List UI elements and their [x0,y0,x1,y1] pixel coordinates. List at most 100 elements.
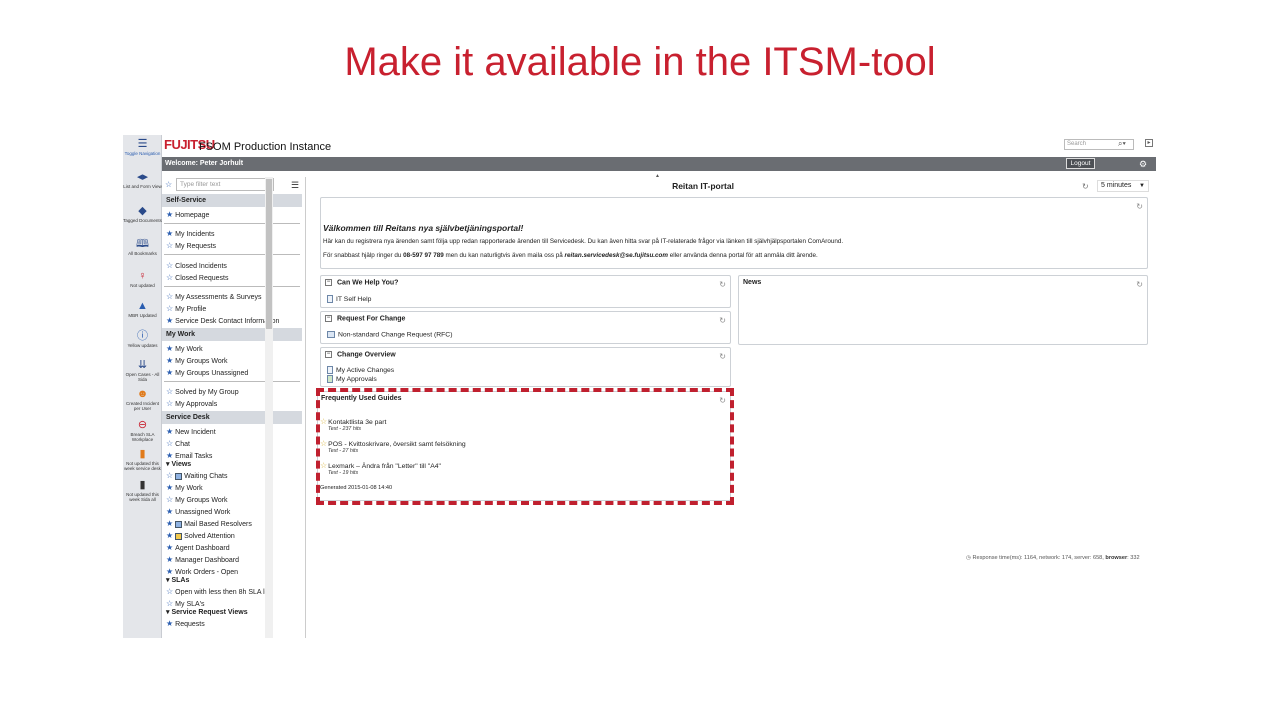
search-icon[interactable]: ⌕▾ [1118,139,1126,149]
nav-item-solved-by-group[interactable]: ☆ Solved by My Group [162,386,302,397]
star-outline-icon[interactable]: ☆ [166,439,173,448]
star-outline-icon[interactable]: ☆ [166,471,173,480]
not-updated-sd-button[interactable]: ▮ Not updated this week service desk [123,448,162,471]
my-active-changes-link[interactable]: My Active Changes [327,366,394,374]
star-icon[interactable]: ★ [166,316,173,325]
star-outline-icon[interactable]: ☆ [166,587,173,596]
nav-item-manager-dashboard[interactable]: ★ Manager Dashboard [162,554,302,565]
nav-item-closed-incidents[interactable]: ☆ Closed Incidents [162,260,302,271]
refresh-icon[interactable]: ↻ [1082,182,1089,191]
nav-item-views-my-work[interactable]: ★ My Work [162,482,302,493]
menu-icon[interactable]: ☰ [291,180,299,191]
star-outline-icon[interactable]: ☆ [166,304,173,313]
star-icon[interactable]: ★ [166,356,173,365]
star-icon[interactable]: ★ [166,543,173,552]
breach-sla-button[interactable]: ⊖ Breach SLA Workplace [123,419,162,442]
section-service-desk[interactable]: Service Desk [162,411,302,424]
slas-group[interactable]: ▾ SLAs [162,576,189,586]
star-icon[interactable]: ★ [166,368,173,377]
views-group[interactable]: ▾ Views [162,460,191,470]
list-form-view-button[interactable]: ◂▸ List and Form View [123,171,162,189]
refresh-icon[interactable]: ↻ [1136,280,1143,289]
sr-views-group[interactable]: ▾ Service Request Views [162,608,248,618]
star-outline-icon[interactable]: ☆ [166,241,173,250]
nav-item-views-my-groups-work[interactable]: ☆ My Groups Work [162,494,302,505]
refresh-icon[interactable]: ↻ [719,280,726,289]
nav-item-my-groups-unassigned[interactable]: ★ My Groups Unassigned [162,367,302,378]
star-icon[interactable]: ★ [166,619,173,628]
tag-icon: ◆ [138,205,147,217]
star-outline-icon[interactable]: ☆ [166,261,173,270]
yellow-updates-button[interactable]: ⓘ Yellow updates [123,330,162,348]
collapse-icon[interactable]: − [325,351,332,358]
nav-item-my-assessments[interactable]: ☆ My Assessments & Surveys [162,291,302,302]
open-cases-button[interactable]: ⇊ Open Cases - All Sida [123,359,162,382]
highlight-box [316,388,734,505]
it-self-help-link[interactable]: IT Self Help [327,295,371,303]
gear-icon[interactable]: ⚙ [1139,159,1147,170]
star-icon[interactable]: ★ [166,507,173,516]
star-icon[interactable]: ★ [166,210,173,219]
list-icon: ☰ [137,138,148,150]
my-approvals-link[interactable]: My Approvals [327,375,377,383]
star-icon[interactable]: ★ [166,531,173,540]
filter-input[interactable]: Type filter text [176,178,274,191]
star-outline-icon[interactable]: ☆ [166,273,173,282]
nav-item-open-less-8h[interactable]: ☆ Open with less then 8h SLA left [162,586,302,597]
nav-item-agent-dashboard[interactable]: ★ Agent Dashboard [162,542,302,553]
refresh-icon[interactable]: ↻ [1136,202,1143,211]
star-icon[interactable]: ★ [166,567,173,576]
star-icon[interactable]: ★ [166,483,173,492]
nav-item-requests[interactable]: ★ Requests [162,618,302,629]
expand-icon[interactable]: ▸ [1145,139,1153,147]
tagged-documents-button[interactable]: ◆ Tagged Documents [123,205,162,223]
star-outline-icon[interactable]: ☆ [166,495,173,504]
star-outline-icon[interactable]: ☆ [166,387,173,396]
nav-item-waiting-chats[interactable]: ☆ Waiting Chats [162,470,302,481]
nav-item-my-work[interactable]: ★ My Work [162,343,302,354]
refresh-interval-select[interactable]: 5 minutes ▼ [1097,180,1149,192]
star-icon[interactable]: ★ [166,427,173,436]
welcome-heading: Välkommen till Reitans nya självbetjänin… [323,223,524,233]
refresh-icon[interactable]: ↻ [719,352,726,361]
nav-item-chat[interactable]: ☆ Chat [162,438,302,449]
all-bookmarks-button[interactable]: 🕮 All Bookmarks [123,238,162,256]
star-outline-icon[interactable]: ☆ [166,599,173,608]
section-self-service[interactable]: Self-Service [162,194,302,207]
nav-scroll-thumb[interactable] [266,179,272,329]
collapse-icon[interactable]: − [325,315,332,322]
nav-item-unassigned-work[interactable]: ★ Unassigned Work [162,506,302,517]
nav-item-new-incident[interactable]: ★ New Incident [162,426,302,437]
not-updated-button[interactable]: ♀ Not updated [123,270,162,288]
nav-item-my-profile[interactable]: ☆ My Profile [162,303,302,314]
email-link[interactable]: reitan.servicedesk@se.fujitsu.com [565,252,668,259]
rfc-link[interactable]: Non-standard Change Request (RFC) [327,331,452,338]
nav-item-my-requests[interactable]: ☆ My Requests [162,240,302,251]
logout-button[interactable]: Logout [1066,158,1095,169]
nav-item-my-approvals[interactable]: ☆ My Approvals [162,398,302,409]
star-icon[interactable]: ★ [166,344,173,353]
toggle-navigation-button[interactable]: ☰ Toggle Navigation [123,138,162,156]
star-outline-icon[interactable]: ☆ [166,399,173,408]
nav-item-solved-attention[interactable]: ★ Solved Attention [162,530,302,541]
mbr-updated-button[interactable]: ▲ MBR Updated [123,300,162,318]
collapse-icon[interactable]: − [325,279,332,286]
nav-item-my-incidents[interactable]: ★ My Incidents [162,228,302,239]
star-outline-icon[interactable]: ☆ [166,292,173,301]
refresh-icon[interactable]: ↻ [719,316,726,325]
section-my-work[interactable]: My Work [162,328,302,341]
nav-item-mail-based-resolvers[interactable]: ★ Mail Based Resolvers [162,518,302,529]
nav-item-my-groups-work[interactable]: ★ My Groups Work [162,355,302,366]
welcome-text: Här kan du registrera nya ärenden samt f… [323,238,844,245]
created-incident-per-user-button[interactable]: ☻ Created Incident per User [123,388,162,411]
favorites-star-icon[interactable]: ☆ [165,180,172,189]
star-icon[interactable]: ★ [166,451,173,460]
nav-item-sd-contact[interactable]: ★ Service Desk Contact Information [162,315,302,326]
nav-item-homepage[interactable]: ★ Homepage [162,209,302,220]
star-icon[interactable]: ★ [166,519,173,528]
collapse-arrow-icon[interactable]: ▲ [655,173,660,179]
nav-item-closed-requests[interactable]: ☆ Closed Requests [162,272,302,283]
star-icon[interactable]: ★ [166,229,173,238]
not-updated-sida-button[interactable]: ▮ Not updated this week Sida all [123,479,162,502]
star-icon[interactable]: ★ [166,555,173,564]
